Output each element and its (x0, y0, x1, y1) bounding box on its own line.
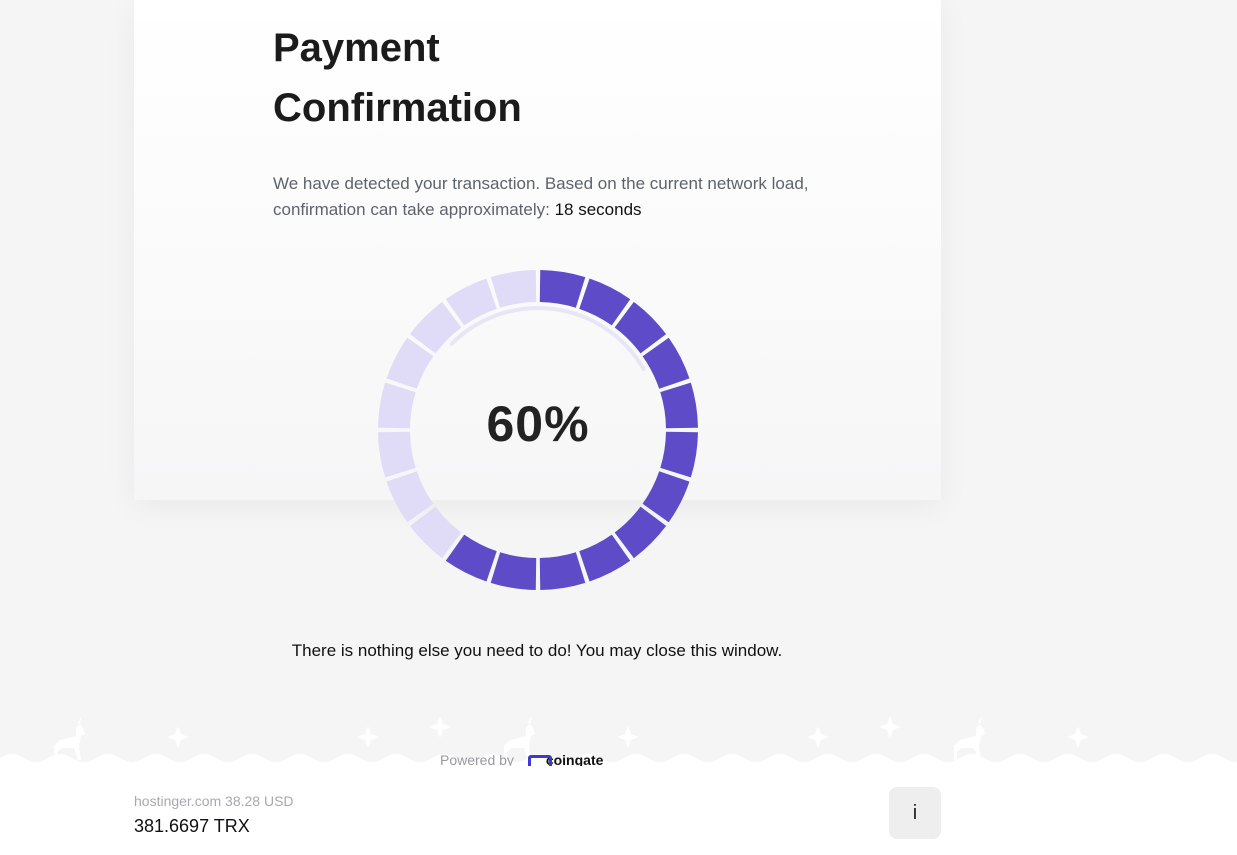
title-line-2: Confirmation (273, 86, 522, 130)
progress-segment-empty (490, 270, 537, 308)
page-title: Payment Confirmation (273, 18, 633, 138)
progress-segment-filled (490, 552, 537, 590)
progress-segment-filled (539, 552, 586, 590)
close-window-note: There is nothing else you need to do! Yo… (291, 641, 783, 660)
progress-percent: 60% (486, 396, 590, 452)
progress-segment-filled (539, 270, 586, 308)
eta-value: 18 seconds (554, 200, 642, 219)
confirmation-description: We have detected your transaction. Based… (273, 171, 813, 223)
payment-footer: hostinger.com 38.28 USD 381.6697 TRX i (0, 766, 1237, 855)
info-button[interactable]: i (889, 787, 941, 839)
crypto-amount: 381.6697 TRX (134, 816, 250, 836)
title-line-1: Payment (273, 26, 440, 70)
merchant-price: hostinger.com 38.28 USD (134, 793, 294, 809)
description-text: We have detected your transaction. Based… (273, 174, 809, 219)
winter-decoration (0, 716, 1237, 768)
